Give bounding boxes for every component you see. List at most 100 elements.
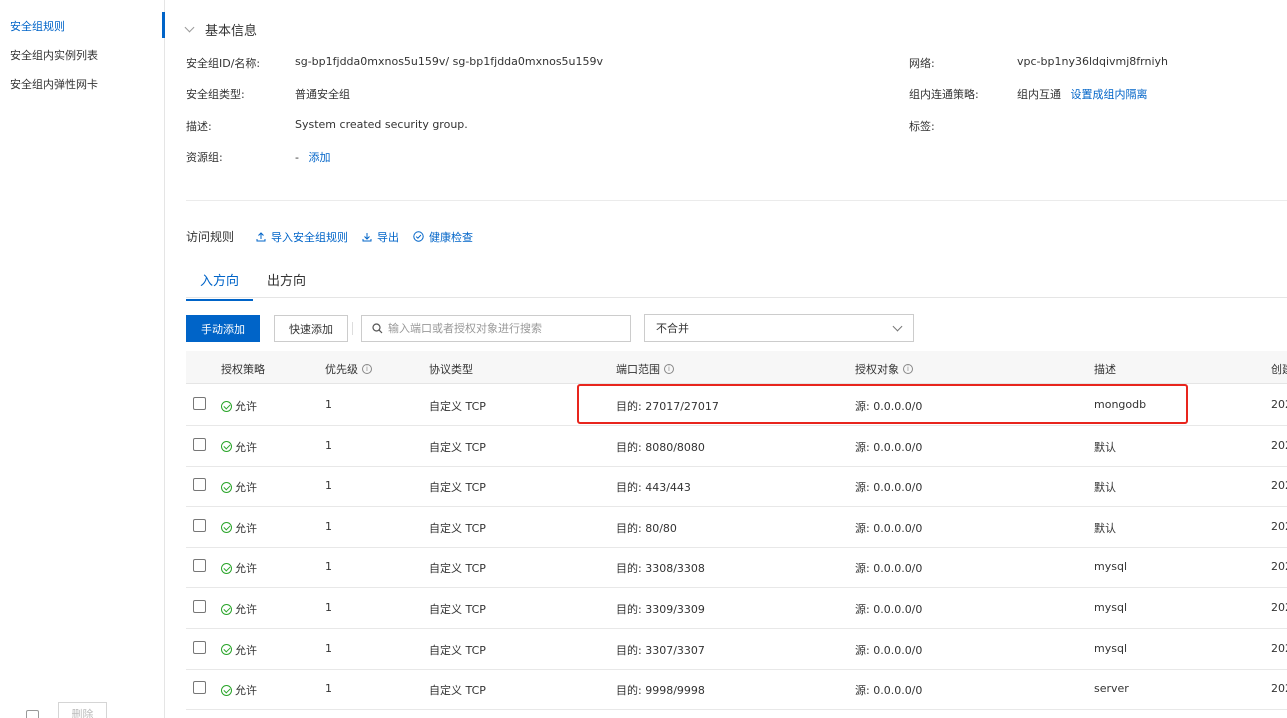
health-check-label: 健康检查: [429, 230, 474, 244]
tab-outbound[interactable]: 出方向: [253, 266, 320, 301]
col-priority: 优先级 i: [325, 361, 372, 377]
table-row: 允许 1 自定义 TCP 目的: 8080/8080 源: 0.0.0.0/0 默认 202: [186, 426, 1287, 467]
row-checkbox[interactable]: [193, 600, 206, 613]
upload-icon: [256, 231, 266, 241]
network-value: vpc-bp1ny36ldqivmj8frniyh: [1017, 55, 1169, 68]
description-label: 描述:: [186, 120, 212, 133]
auth-object-cell: 源: 0.0.0.0/0: [855, 643, 923, 657]
created-cell: 202: [1271, 601, 1287, 614]
row-checkbox[interactable]: [193, 397, 206, 410]
row-checkbox[interactable]: [193, 518, 206, 532]
description-cell: mongodb: [1094, 398, 1147, 411]
description-cell: 默认: [1094, 521, 1116, 535]
resource-group-add-link[interactable]: 添加: [308, 151, 330, 164]
info-icon[interactable]: i: [664, 364, 674, 374]
merge-select-value: 不合并: [656, 322, 689, 335]
policy-cell: 允许: [221, 398, 257, 414]
col-protocol: 协议类型: [429, 363, 473, 376]
download-icon: [362, 232, 372, 241]
check-circle-icon: [221, 481, 232, 493]
col-port-range: 端口范围 i: [616, 361, 674, 377]
policy-text: 允许: [235, 643, 257, 657]
protocol-cell: 自定义 TCP: [429, 481, 486, 495]
description-cell: 默认: [1094, 440, 1116, 454]
row-checkbox[interactable]: [193, 478, 206, 492]
check-circle-icon: [221, 441, 232, 453]
section-divider: [186, 200, 1287, 201]
policy-text: 允许: [235, 521, 257, 535]
search-input[interactable]: [388, 322, 618, 335]
resource-group-empty: -: [295, 151, 299, 164]
manual-add-button[interactable]: 手动添加: [186, 315, 260, 342]
col-policy: 授权策略: [221, 363, 265, 376]
description-cell: server: [1094, 682, 1129, 696]
intra-group-policy-value: 组内互通 设置成组内隔离: [1017, 86, 1148, 102]
protocol-cell: 自定义 TCP: [429, 603, 486, 616]
check-circle-icon: [221, 684, 232, 696]
export-button[interactable]: 导出: [362, 229, 399, 245]
col-created: 创建: [1271, 363, 1287, 376]
table-header: 授权策略 优先级 i 协议类型 端口范围 i 授权对象 i 描述 创建: [186, 351, 1287, 384]
tabs-underline: [186, 297, 1287, 298]
priority-cell: 1: [325, 601, 332, 614]
resource-group-label: 资源组:: [186, 151, 223, 164]
table-row: 允许 1 自定义 TCP 目的: 27017/27017 源: 0.0.0.0/0 mon…: [186, 385, 1287, 426]
priority-cell: 1: [325, 398, 332, 411]
quick-add-button[interactable]: 快速添加: [274, 315, 348, 342]
check-circle-icon: [221, 400, 232, 412]
row-checkbox[interactable]: [193, 640, 206, 654]
priority-cell: 1: [325, 682, 332, 696]
set-isolation-link[interactable]: 设置成组内隔离: [1071, 88, 1148, 101]
policy-text: 允许: [235, 400, 257, 413]
policy-text: 允许: [235, 684, 257, 698]
created-cell: 202: [1271, 479, 1287, 493]
protocol-cell: 自定义 TCP: [429, 643, 486, 657]
info-icon[interactable]: i: [362, 364, 372, 374]
security-group-type-value: 普通安全组: [295, 88, 350, 101]
check-circle-icon: [221, 603, 232, 615]
search-box[interactable]: [361, 315, 631, 342]
access-rules-header: 访问规则 导入安全组规则 导出 健康检查: [186, 228, 487, 245]
policy-cell: 允许: [221, 601, 257, 617]
auth-object-cell: 源: 0.0.0.0/0: [855, 400, 923, 413]
policy-text: 允许: [235, 440, 257, 454]
table-row: 允许 1 自定义 TCP 目的: 9998/9998 源: 0.0.0.0/0 serve…: [186, 669, 1287, 711]
table-row: 允许 1 自定义 TCP 目的: 3307/3307 源: 0.0.0.0/0 mysql…: [186, 629, 1287, 670]
import-rules-button[interactable]: 导入安全组规则: [256, 229, 348, 245]
health-check-button[interactable]: 健康检查: [413, 229, 473, 245]
search-icon: [372, 323, 383, 334]
info-icon[interactable]: i: [903, 364, 913, 374]
basic-info-header[interactable]: 基本信息: [184, 20, 257, 39]
description-cell: mysql: [1094, 601, 1127, 614]
port-range-cell: 目的: 9998/9998: [616, 684, 705, 698]
check-circle-icon: [221, 644, 232, 656]
description-cell: 默认: [1094, 481, 1116, 495]
intra-group-policy-text: 组内互通: [1017, 88, 1061, 101]
row-checkbox[interactable]: [193, 681, 206, 695]
merge-select[interactable]: 不合并: [644, 314, 914, 342]
tab-inbound[interactable]: 入方向: [186, 266, 254, 301]
row-checkbox[interactable]: [193, 437, 206, 451]
export-label: 导出: [377, 230, 400, 244]
sidebar-item-elastic-nic[interactable]: 安全组内弹性网卡: [10, 76, 98, 92]
auth-object-cell: 源: 0.0.0.0/0: [855, 562, 923, 576]
row-checkbox[interactable]: [193, 559, 206, 573]
col-priority-label: 优先级: [325, 363, 358, 376]
sidebar-active-indicator: [162, 12, 165, 38]
port-range-cell: 目的: 3308/3308: [616, 562, 705, 576]
protocol-cell: 自定义 TCP: [429, 562, 486, 576]
policy-cell: 允许: [221, 439, 257, 455]
port-range-cell: 目的: 8080/8080: [616, 440, 705, 454]
sidebar-item-instance-list[interactable]: 安全组内实例列表: [10, 47, 98, 63]
delete-button[interactable]: 删除: [58, 702, 107, 718]
protocol-cell: 自定义 TCP: [429, 400, 486, 413]
policy-cell: 允许: [221, 520, 257, 536]
sidebar-item-security-group-rules[interactable]: 安全组规则: [10, 18, 65, 34]
table-row: 允许 1 自定义 TCP 目的: 80/80 源: 0.0.0.0/0 默认 202: [186, 507, 1287, 548]
chevron-down-icon[interactable]: [184, 22, 195, 33]
policy-text: 允许: [235, 603, 257, 616]
created-cell: 202: [1271, 398, 1287, 411]
policy-cell: 允许: [221, 642, 257, 658]
port-range-cell: 目的: 443/443: [616, 481, 691, 495]
select-all-checkbox[interactable]: [26, 710, 39, 718]
